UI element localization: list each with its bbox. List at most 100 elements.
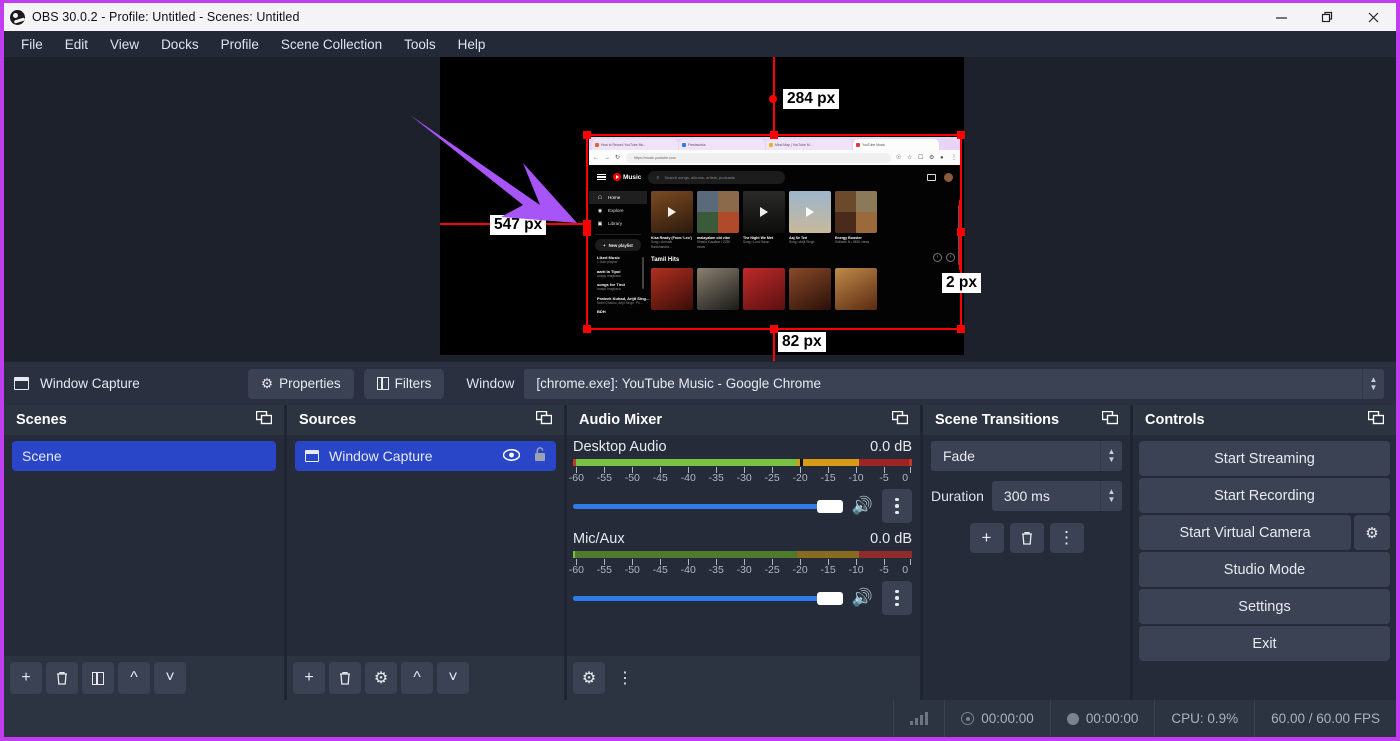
window-select[interactable]: [chrome.exe]: YouTube Music - Google Chr… — [524, 369, 1384, 399]
volume-meter — [573, 551, 912, 558]
transition-select[interactable]: Fade ▲▼ — [931, 441, 1122, 471]
menu-profile[interactable]: Profile — [210, 35, 270, 54]
menu-help[interactable]: Help — [447, 35, 497, 54]
move-scene-down-button[interactable]: ˅ — [154, 662, 186, 694]
volume-slider-desktop-audio[interactable] — [573, 498, 843, 514]
remove-transition-button[interactable] — [1010, 523, 1044, 553]
selected-source-name: Window Capture — [40, 376, 140, 391]
guide-line-bottom — [773, 328, 775, 361]
guide-line-right — [959, 200, 961, 270]
audio-mixer-menu-button[interactable]: ⋮ — [609, 662, 641, 694]
music-card: Kisa Ready (From 'Leo') Song • Anirudh R… — [651, 191, 693, 249]
audio-advanced-properties-button[interactable]: ⚙ — [573, 662, 605, 694]
float-dock-icon[interactable] — [536, 411, 552, 429]
scenes-dock: Scenes Scene + ^ ˅ — [4, 405, 284, 700]
move-scene-up-button[interactable]: ^ — [118, 662, 150, 694]
extensions-icon: ⚙ — [929, 155, 935, 161]
move-source-down-button[interactable]: ˅ — [437, 662, 469, 694]
settings-button[interactable]: Settings — [1139, 589, 1390, 624]
exit-button[interactable]: Exit — [1139, 626, 1390, 661]
close-icon[interactable] — [1350, 3, 1396, 31]
start-virtual-camera-button[interactable]: Start Virtual Camera — [1139, 515, 1351, 550]
virtual-camera-settings-gear-icon[interactable]: ⚙ — [1354, 515, 1390, 550]
menu-scene-collection[interactable]: Scene Collection — [270, 35, 393, 54]
section-title: Tamil Hits — [651, 257, 679, 263]
menu-docks[interactable]: Docks — [150, 35, 210, 54]
remove-source-button[interactable] — [329, 662, 361, 694]
move-source-up-button[interactable]: ^ — [401, 662, 433, 694]
browser-tab-strip: How to Record YouTube Mu... Freshworks M… — [589, 137, 961, 150]
minimize-icon[interactable] — [1258, 3, 1304, 31]
source-item-window-capture[interactable]: Window Capture — [295, 441, 556, 471]
audio-mixer-title: Audio Mixer — [579, 412, 662, 428]
sidebar-item-scene[interactable]: Scene — [12, 441, 276, 471]
card-row-quickpicks: Kisa Ready (From 'Leo') Song • Anirudh R… — [651, 189, 961, 249]
menu-edit[interactable]: Edit — [54, 35, 99, 54]
menu-view[interactable]: View — [99, 35, 150, 54]
profile-icon: ● — [940, 155, 946, 161]
gear-icon: ⚙ — [261, 376, 273, 392]
properties-button[interactable]: ⚙ Properties — [248, 369, 354, 399]
filters-button[interactable]: Filters — [364, 369, 445, 399]
add-scene-button[interactable]: + — [10, 662, 42, 694]
transition-spinner[interactable]: ▲▼ — [1100, 441, 1122, 471]
channel-name: Mic/Aux — [573, 531, 625, 547]
list-item: songs for Tirolanaqu magbasa — [597, 282, 647, 291]
restore-icon[interactable] — [1304, 3, 1350, 31]
window-select-value: [chrome.exe]: YouTube Music - Google Chr… — [536, 376, 821, 391]
float-dock-icon[interactable] — [1368, 411, 1384, 429]
browser-omnibox-bar: ← → ↻ https://music.youtube.com ☉ ☆ ☐ ⚙ … — [589, 150, 961, 165]
scene-transitions-dock: Scene Transitions Fade ▲▼ Duration 300 m… — [920, 405, 1130, 700]
sources-title: Sources — [299, 412, 356, 428]
list-item: Prateek Kuhad, Arijit Sing...Nidhi Chack… — [597, 296, 647, 305]
sources-dock: Sources Window Capture — [284, 405, 564, 700]
source-properties-button[interactable]: ⚙ — [365, 662, 397, 694]
unlock-icon[interactable] — [534, 447, 546, 465]
captured-window-render: How to Record YouTube Mu... Freshworks M… — [589, 137, 961, 329]
scrollbar — [642, 257, 644, 289]
volume-slider-mic-aux[interactable] — [573, 590, 843, 606]
start-recording-button[interactable]: Start Recording — [1139, 478, 1390, 513]
float-dock-icon[interactable] — [1102, 411, 1118, 429]
music-card: malayalam old vibe Shashi Kusalkar • 223… — [697, 191, 739, 249]
list-item: aarti la Tiроlanaqu magbasa — [597, 269, 647, 278]
studio-mode-button[interactable]: Studio Mode — [1139, 552, 1390, 587]
preview-canvas[interactable]: How to Record YouTube Mu... Freshworks M… — [440, 57, 964, 355]
eye-icon[interactable] — [503, 448, 520, 464]
window-select-spinner[interactable]: ▲▼ — [1362, 369, 1384, 399]
dock-row: Scenes Scene + ^ ˅ — [4, 405, 1396, 700]
playlist-list: Liked Music1 Auto playlist aarti la Tiро… — [589, 255, 647, 314]
record-time: 00:00:00 — [1086, 711, 1139, 726]
meter-scale: -60 -55 -50 -45 -40 -35 -30 -25 -20 -15 … — [573, 559, 912, 575]
avatar — [944, 173, 953, 182]
list-item: Liked Music1 Auto playlist — [597, 255, 647, 264]
start-streaming-button[interactable]: Start Streaming — [1139, 441, 1390, 476]
share-icon: ☉ — [896, 155, 902, 161]
browser-url: https://music.youtube.com — [626, 153, 891, 163]
measure-top: 284 px — [783, 89, 839, 109]
speaker-icon[interactable]: 🔊 — [852, 588, 873, 608]
add-transition-button[interactable]: + — [970, 523, 1004, 553]
music-card: Aaj Se Teri Song • Arijit Singh — [789, 191, 831, 249]
bookmark-star-icon: ☆ — [907, 155, 913, 161]
source-label: Window Capture — [329, 448, 433, 464]
menu-file[interactable]: File — [10, 35, 54, 54]
transition-menu-button[interactable]: ⋮ — [1050, 523, 1084, 553]
menu-tools[interactable]: Tools — [393, 35, 447, 54]
duration-input[interactable]: 300 ms ▲▼ — [992, 481, 1122, 511]
float-dock-icon[interactable] — [892, 411, 908, 429]
scene-filters-button[interactable] — [82, 662, 114, 694]
channel-menu-button-desktop-audio[interactable] — [882, 489, 912, 523]
controls-title: Controls — [1145, 412, 1205, 428]
remove-scene-button[interactable] — [46, 662, 78, 694]
channel-menu-button-mic-aux[interactable] — [882, 581, 912, 615]
duration-spinner[interactable]: ▲▼ — [1100, 481, 1122, 511]
channel-db: 0.0 dB — [870, 439, 912, 455]
browser-tab: Mind Map | YouTube M... — [766, 139, 852, 150]
window-title: OBS 30.0.2 - Profile: Untitled - Scenes:… — [30, 10, 1258, 24]
preview-area[interactable]: How to Record YouTube Mu... Freshworks M… — [4, 57, 1396, 361]
float-dock-icon[interactable] — [256, 411, 272, 429]
add-source-button[interactable]: + — [293, 662, 325, 694]
chevron-right-icon: › — [946, 253, 955, 262]
speaker-icon[interactable]: 🔊 — [852, 496, 873, 516]
